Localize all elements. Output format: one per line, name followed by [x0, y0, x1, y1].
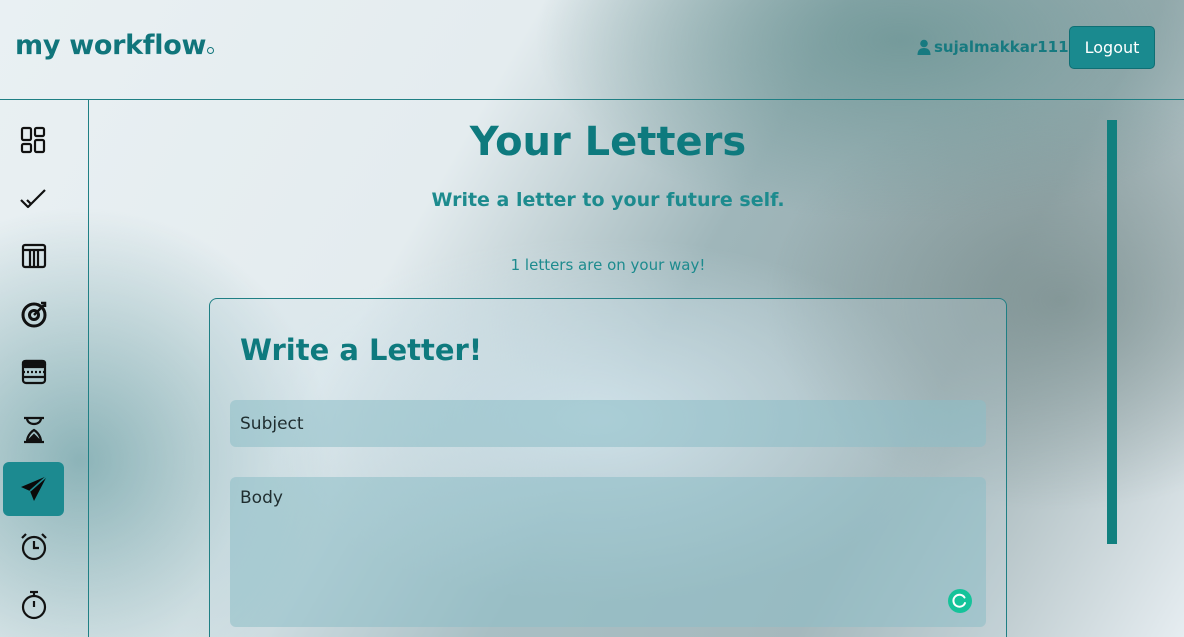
- sidebar-item-alarm[interactable]: [3, 520, 64, 574]
- notes-icon: [21, 359, 46, 385]
- alarm-clock-icon: [20, 533, 47, 561]
- user-info: sujalmakkar1111: [917, 38, 1079, 56]
- sidebar-item-notes[interactable]: [3, 345, 64, 399]
- grammar-check-icon[interactable]: [948, 589, 972, 613]
- username: sujalmakkar1111: [934, 38, 1079, 56]
- letters-count: 1 letters are on your way!: [510, 256, 706, 274]
- hourglass-icon: [23, 416, 44, 444]
- top-header: my workflow sujalmakkar1111 Logout: [0, 0, 1184, 100]
- app-logo[interactable]: my workflow: [15, 30, 215, 61]
- target-icon: [21, 301, 46, 328]
- scrollbar[interactable]: [1107, 120, 1117, 544]
- letter-form-card: Write a Letter!: [209, 298, 1007, 637]
- sidebar-item-timer[interactable]: [3, 403, 64, 457]
- sidebar-item-tasks[interactable]: [3, 171, 64, 225]
- logo-dot-icon: [207, 47, 215, 54]
- dashboard-icon: [20, 126, 45, 154]
- user-icon: [917, 39, 931, 55]
- table-icon: [21, 243, 46, 269]
- sidebar-item-stopwatch[interactable]: [3, 578, 64, 632]
- app-logo-text: my workflow: [15, 30, 207, 61]
- sidebar-item-letters[interactable]: [3, 462, 64, 516]
- page-subtitle: Write a letter to your future self.: [431, 189, 785, 211]
- sidebar-item-table[interactable]: [3, 229, 64, 283]
- paper-plane-icon: [20, 475, 48, 501]
- body-textarea[interactable]: [230, 477, 986, 627]
- checkmark-icon: [19, 189, 46, 209]
- subject-input[interactable]: [230, 400, 986, 447]
- logout-button[interactable]: Logout: [1069, 26, 1155, 69]
- form-title: Write a Letter!: [240, 333, 483, 367]
- sidebar-item-goals[interactable]: [3, 287, 64, 341]
- page-title: Your Letters: [469, 119, 747, 165]
- stopwatch-icon: [21, 590, 46, 620]
- sidebar: [0, 100, 89, 637]
- sidebar-item-dashboard[interactable]: [3, 113, 64, 167]
